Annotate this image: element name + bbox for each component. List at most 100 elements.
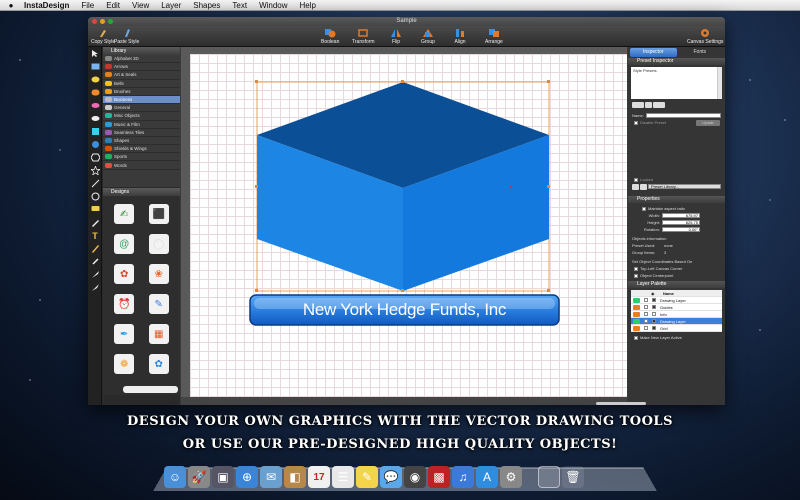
speech-bubble-tool[interactable] bbox=[88, 203, 102, 216]
layer-row[interactable]: Guides bbox=[631, 304, 722, 311]
top-left-canvas-radio[interactable] bbox=[634, 266, 638, 271]
pen-tool[interactable] bbox=[88, 216, 102, 229]
update-button[interactable]: Update bbox=[696, 119, 720, 126]
globe-tool[interactable] bbox=[88, 138, 102, 151]
layer-row[interactable]: Info bbox=[631, 311, 722, 318]
design-item[interactable]: ✒ bbox=[114, 324, 135, 344]
layer-visible-checkbox[interactable] bbox=[652, 326, 656, 330]
library-item[interactable]: Misc Objects bbox=[103, 112, 180, 121]
design-item[interactable]: ✎ bbox=[148, 294, 169, 314]
trash-icon[interactable]: 🗑 bbox=[562, 466, 584, 488]
safari-icon[interactable]: ⊕ bbox=[236, 466, 258, 488]
photo-icon[interactable]: ▣ bbox=[212, 466, 234, 488]
layer-visible-checkbox[interactable] bbox=[652, 319, 656, 323]
library-item[interactable]: General bbox=[103, 104, 180, 113]
apple-icon[interactable]: ● bbox=[4, 1, 18, 10]
design-item[interactable]: ❀ bbox=[148, 264, 169, 284]
reminders-icon[interactable]: ☰ bbox=[332, 466, 354, 488]
pencil-tool[interactable] bbox=[88, 242, 102, 255]
library-item[interactable]: Brushes bbox=[103, 88, 180, 96]
knife-tool[interactable] bbox=[88, 281, 102, 294]
layer-visible-checkbox[interactable] bbox=[652, 305, 656, 309]
calendar-icon[interactable]: 17 bbox=[308, 466, 330, 488]
disable-preset-checkbox[interactable] bbox=[634, 120, 638, 125]
designs-search-input[interactable] bbox=[123, 386, 178, 393]
style-presets-list[interactable]: Style Presets bbox=[631, 67, 722, 99]
menu-layer[interactable]: Layer bbox=[155, 0, 187, 11]
align-button[interactable]: Align bbox=[454, 27, 466, 45]
group-button[interactable]: Group bbox=[421, 27, 435, 45]
library-item[interactable]: Arrows bbox=[103, 63, 180, 72]
layer-lock-checkbox[interactable] bbox=[644, 312, 648, 316]
layer-lock-checkbox[interactable] bbox=[644, 298, 648, 302]
library-item[interactable]: Seamless Tiles bbox=[103, 129, 180, 137]
hexagon-tool[interactable] bbox=[88, 151, 102, 164]
messages-icon[interactable]: 💬 bbox=[380, 466, 402, 488]
layer-lock-checkbox[interactable] bbox=[644, 305, 648, 309]
design-item[interactable]: ✿ bbox=[114, 264, 135, 284]
facetime-icon[interactable]: ◉ bbox=[404, 466, 426, 488]
layer-row[interactable]: Grid bbox=[631, 325, 722, 332]
library-item[interactable]: Shapes bbox=[103, 137, 180, 146]
library-item[interactable]: Bells bbox=[103, 80, 180, 88]
layer-lock-checkbox[interactable] bbox=[644, 326, 648, 330]
design-item[interactable]: ▦ bbox=[148, 324, 169, 344]
banner-text[interactable]: New York Hedge Funds, Inc bbox=[250, 295, 559, 325]
design-item[interactable]: ❁ bbox=[114, 354, 135, 374]
select-tool[interactable] bbox=[88, 47, 102, 60]
horizontal-scrollbar[interactable] bbox=[181, 397, 627, 405]
paste-style-button[interactable]: Paste Style bbox=[114, 27, 139, 45]
appstore-icon[interactable]: A bbox=[476, 466, 498, 488]
height-field[interactable]: 625.75 bbox=[662, 220, 700, 225]
layer-row[interactable]: Drawing Layer bbox=[631, 297, 722, 304]
design-item[interactable]: ◯ bbox=[148, 234, 169, 254]
object-centerpoint-radio[interactable] bbox=[634, 273, 638, 278]
text-tool[interactable]: T bbox=[88, 229, 102, 242]
star-tool[interactable] bbox=[88, 164, 102, 177]
photobooth-icon[interactable]: ▩ bbox=[428, 466, 450, 488]
brush-tool[interactable] bbox=[88, 268, 102, 281]
transform-button[interactable]: Transform bbox=[352, 27, 375, 45]
library-item[interactable]: Alphabet 3D bbox=[103, 55, 180, 64]
design-item[interactable]: @ bbox=[114, 234, 135, 254]
layer-row[interactable]: Drawing Layer bbox=[631, 318, 722, 325]
add-library-button[interactable] bbox=[632, 183, 639, 190]
design-item[interactable]: ✿ bbox=[148, 354, 169, 374]
tab-fonts[interactable]: Fonts bbox=[677, 48, 724, 57]
flip-button[interactable]: Flip bbox=[390, 27, 402, 45]
contacts-icon[interactable]: ◧ bbox=[284, 466, 306, 488]
circle-tool[interactable] bbox=[88, 99, 102, 112]
layer-lock-checkbox[interactable] bbox=[644, 319, 648, 323]
menu-shapes[interactable]: Shapes bbox=[187, 0, 226, 11]
library-item[interactable]: Shields & Wings bbox=[103, 145, 180, 154]
menu-app[interactable]: InstaDesign bbox=[18, 0, 75, 11]
library-item[interactable]: Words bbox=[103, 161, 180, 170]
canvas-settings-button[interactable]: Canvas Settings bbox=[687, 27, 723, 45]
line-tool[interactable] bbox=[88, 177, 102, 190]
design-item[interactable]: ⏰ bbox=[114, 294, 135, 314]
folder-icon[interactable] bbox=[538, 466, 560, 488]
square-tool[interactable] bbox=[88, 125, 102, 138]
boolean-button[interactable]: Boolean bbox=[321, 27, 339, 45]
layer-visible-checkbox[interactable] bbox=[652, 312, 656, 316]
tab-inspector[interactable]: Inspector bbox=[630, 48, 677, 57]
library-item[interactable]: Music & Film bbox=[103, 121, 180, 129]
menu-edit[interactable]: Edit bbox=[100, 0, 126, 11]
maintain-aspect-checkbox[interactable] bbox=[642, 206, 646, 211]
preset-options-button[interactable] bbox=[653, 101, 665, 108]
design-item[interactable]: ⬛ bbox=[148, 204, 169, 224]
menu-file[interactable]: File bbox=[75, 0, 100, 11]
itunes-icon[interactable]: ♫ bbox=[452, 466, 474, 488]
ellipse-tool[interactable] bbox=[88, 112, 102, 125]
remove-preset-button[interactable] bbox=[645, 101, 652, 108]
ring-tool[interactable] bbox=[88, 190, 102, 203]
launchpad-icon[interactable]: 🚀 bbox=[188, 466, 210, 488]
presets-scrollbar[interactable] bbox=[717, 67, 722, 99]
copy-style-button[interactable]: Copy Style bbox=[91, 27, 115, 45]
library-item[interactable]: Business bbox=[103, 95, 180, 105]
design-item[interactable]: ✍ bbox=[114, 204, 135, 224]
mail-icon[interactable]: ✉ bbox=[260, 466, 282, 488]
rounded-rect-tool[interactable] bbox=[88, 86, 102, 99]
notes-icon[interactable]: ✎ bbox=[356, 466, 378, 488]
rectangle-tool[interactable] bbox=[88, 60, 102, 73]
